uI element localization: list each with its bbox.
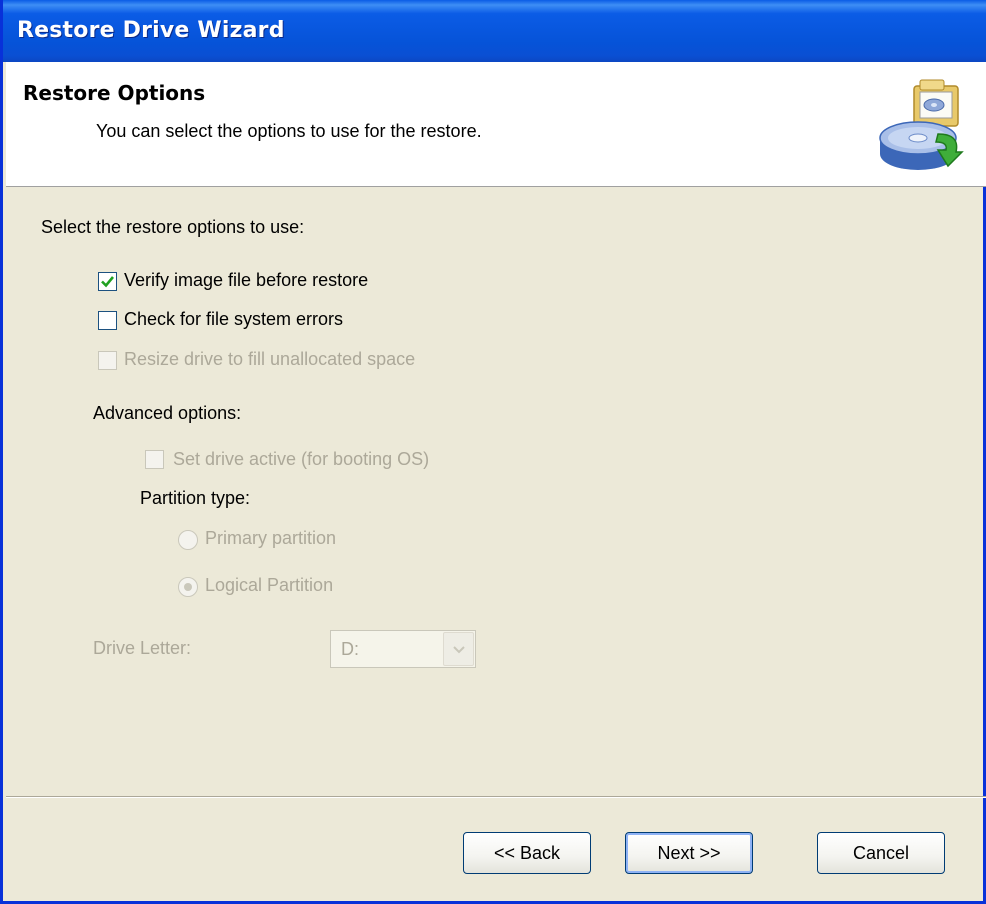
- resize-drive-checkbox: [98, 351, 117, 370]
- drive-letter-label: Drive Letter:: [93, 638, 192, 658]
- logical-partition-radio: [178, 577, 198, 597]
- back-button[interactable]: << Back: [463, 832, 591, 874]
- chevron-down-icon: [453, 646, 465, 654]
- advanced-options-heading: Advanced options:: [93, 403, 242, 423]
- title-bar[interactable]: Restore Drive Wizard: [3, 0, 986, 62]
- dropdown-button: [443, 632, 474, 666]
- partition-type-label: Partition type:: [140, 488, 251, 508]
- resize-drive-label: Resize drive to fill unallocated space: [124, 349, 416, 369]
- drive-letter-select: D:: [330, 630, 476, 668]
- wizard-header: Restore Options You can select the optio…: [6, 62, 986, 187]
- drive-letter-value: D:: [341, 639, 359, 659]
- set-drive-active-checkbox: [145, 450, 164, 469]
- next-button[interactable]: Next >>: [625, 832, 753, 874]
- verify-image-checkbox[interactable]: [98, 272, 117, 291]
- radio-selected-dot: [184, 583, 192, 591]
- page-subtitle: You can select the options to use for th…: [96, 121, 482, 141]
- logical-partition-label: Logical Partition: [205, 575, 334, 595]
- restore-options-prompt: Select the restore options to use:: [41, 217, 305, 237]
- set-drive-active-label: Set drive active (for booting OS): [173, 449, 430, 469]
- page-title: Restore Options: [23, 81, 206, 105]
- check-file-system-checkbox[interactable]: [98, 311, 117, 330]
- restore-drive-wizard-window: Restore Drive Wizard Restore Options You…: [0, 0, 986, 904]
- cancel-button[interactable]: Cancel: [817, 832, 945, 874]
- window-title: Restore Drive Wizard: [17, 18, 285, 43]
- check-file-system-label[interactable]: Check for file system errors: [124, 309, 343, 330]
- primary-partition-label: Primary partition: [205, 528, 337, 548]
- primary-partition-radio: [178, 530, 198, 550]
- verify-image-label[interactable]: Verify image file before restore: [124, 270, 368, 291]
- checkmark-icon: [101, 276, 115, 288]
- footer-separator: [6, 796, 986, 798]
- drive-restore-icon: [876, 76, 966, 176]
